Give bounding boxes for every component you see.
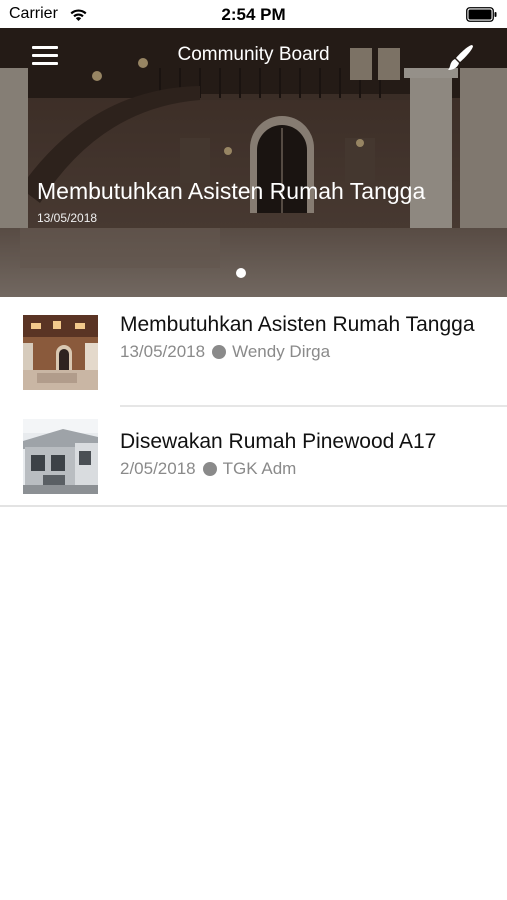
post-meta: 2/05/2018 TGK Adm [120,459,487,479]
nav-title: Community Board [177,44,330,65]
list-item[interactable]: Disewakan Rumah Pinewood A17 2/05/2018 T… [0,407,507,507]
status-time: 2:54 PM [221,5,286,24]
separator-dot-icon [202,462,217,476]
post-author: TGK Adm [222,459,297,478]
hero-post-title: Membutuhkan Asisten Rumah Tangga [37,178,426,204]
post-author: Wendy Dirga [232,342,331,361]
post-date: 13/05/2018 [120,342,206,361]
status-bar: Carrier 2:54 PM [0,0,507,28]
post-thumbnail [23,419,98,494]
post-title: Membutuhkan Asisten Rumah Tangga [120,313,475,336]
hero-post-date: 13/05/2018 [37,211,98,225]
post-thumbnail [23,315,98,390]
separator-dot-icon [212,345,227,359]
post-meta: 13/05/2018 Wendy Dirga [120,342,487,362]
page-indicator-dot[interactable] [236,268,246,278]
hero-dark-overlay [0,28,507,297]
battery-icon [466,7,497,22]
divider [0,505,507,507]
post-date: 2/05/2018 [120,459,196,478]
featured-post-banner[interactable]: Community Board Membutuhkan Asisten Ruma… [0,28,507,297]
post-title: Disewakan Rumah Pinewood A17 [120,430,437,453]
list-item[interactable]: Membutuhkan Asisten Rumah Tangga 13/05/2… [0,297,507,407]
paintbrush-icon[interactable] [445,43,475,73]
post-list: Membutuhkan Asisten Rumah Tangga 13/05/2… [0,297,507,507]
